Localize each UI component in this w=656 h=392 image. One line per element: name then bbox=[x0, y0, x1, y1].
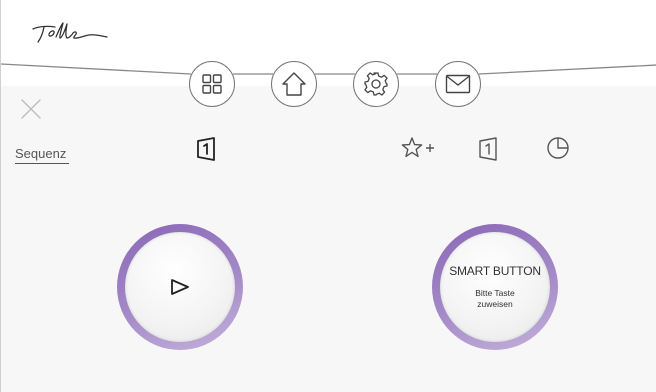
timer-icon bbox=[547, 137, 569, 159]
grid-icon bbox=[202, 74, 222, 94]
smart-button-subtitle-line1: Bitte Taste bbox=[475, 288, 515, 298]
nav-messages-button[interactable] bbox=[435, 61, 481, 107]
smart-button-subtitle-line2: zuweisen bbox=[477, 299, 513, 309]
nav-apps-button[interactable] bbox=[189, 61, 235, 107]
smart-button-subtitle: Bitte Taste zuweisen bbox=[475, 288, 515, 310]
feller-logo bbox=[32, 22, 108, 43]
favorite-add-button[interactable] bbox=[401, 136, 435, 160]
play-button[interactable] bbox=[117, 224, 243, 350]
sequence-label[interactable]: Sequenz bbox=[15, 146, 69, 164]
nav-home-button[interactable] bbox=[271, 61, 317, 107]
nav-line bbox=[1, 63, 656, 75]
scene-1-icon bbox=[479, 137, 497, 161]
app-window: Sequenz SMART BUTTON Bitte Taste zuweise… bbox=[0, 0, 656, 392]
scene-1-button[interactable] bbox=[478, 136, 500, 162]
smart-button-title: SMART BUTTON bbox=[449, 264, 541, 278]
scene-1-icon bbox=[197, 137, 215, 161]
header bbox=[1, 0, 656, 86]
scene-1-selected-icon[interactable] bbox=[196, 136, 218, 162]
smart-button[interactable]: SMART BUTTON Bitte Taste zuweisen bbox=[432, 224, 558, 350]
home-icon bbox=[282, 72, 306, 96]
nav-settings-button[interactable] bbox=[353, 61, 399, 107]
gear-icon bbox=[364, 72, 388, 96]
play-icon bbox=[171, 279, 189, 295]
smart-button-face: SMART BUTTON Bitte Taste zuweisen bbox=[440, 232, 550, 342]
mail-icon bbox=[445, 74, 471, 94]
timer-button[interactable] bbox=[546, 136, 570, 160]
close-icon[interactable] bbox=[19, 97, 43, 121]
play-button-face bbox=[125, 232, 235, 342]
favorite-add-icon bbox=[401, 137, 434, 158]
